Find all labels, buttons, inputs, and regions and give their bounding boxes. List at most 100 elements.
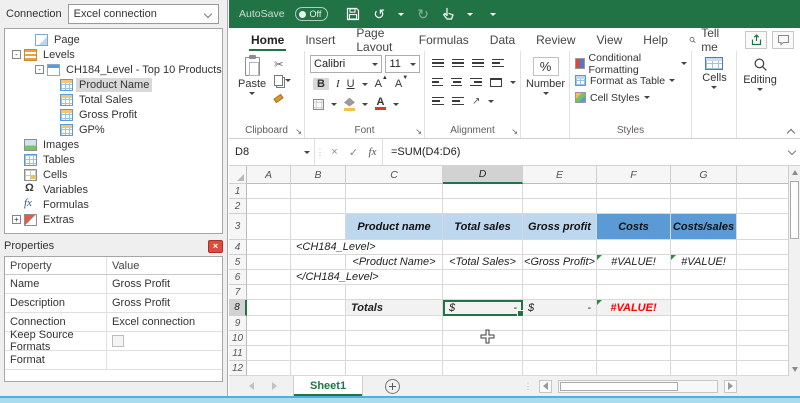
cell-f5[interactable]: #VALUE!	[597, 255, 671, 270]
cell[interactable]	[247, 361, 291, 376]
cell[interactable]	[247, 255, 291, 270]
checkbox-unchecked[interactable]	[112, 335, 124, 347]
merge-center-button[interactable]	[490, 78, 502, 87]
column-header-c[interactable]: C	[346, 166, 443, 184]
cell-c5[interactable]: <Product Name>	[346, 255, 443, 270]
cell[interactable]	[523, 346, 597, 361]
autosave-toggle[interactable]: Off	[295, 7, 329, 21]
cell-e5[interactable]: <Gross Profit>	[523, 255, 597, 270]
expand-formula-bar-icon[interactable]	[784, 139, 800, 165]
editing-button[interactable]: Editing	[739, 55, 781, 123]
wrap-text-button[interactable]	[492, 59, 504, 68]
row-header-5[interactable]: 5	[229, 255, 247, 270]
alignment-dialog-launcher-icon[interactable]	[511, 127, 518, 136]
clipboard-dialog-launcher-icon[interactable]	[295, 127, 302, 136]
tab-data[interactable]: Data	[490, 28, 515, 51]
cell[interactable]	[291, 346, 346, 361]
cell[interactable]	[443, 346, 523, 361]
tree-item-extras[interactable]: +Extras	[5, 212, 222, 227]
cell-f3[interactable]: Costs	[597, 214, 671, 240]
cell[interactable]	[523, 361, 597, 376]
cell[interactable]	[523, 316, 597, 331]
tree-item-variables[interactable]: Variables	[5, 182, 222, 197]
column-header-b[interactable]: B	[291, 166, 346, 184]
cancel-icon[interactable]	[325, 139, 344, 165]
cell[interactable]	[346, 199, 443, 214]
tree-item-cells[interactable]: Cells	[5, 167, 222, 182]
font-dialog-launcher-icon[interactable]	[415, 127, 422, 136]
tab-view[interactable]: View	[597, 28, 623, 51]
cell[interactable]	[247, 300, 291, 316]
tree-item-tables[interactable]: Tables	[5, 152, 222, 167]
align-bottom-button[interactable]	[472, 59, 484, 68]
cell-styles-button[interactable]: Cell Styles	[575, 91, 687, 104]
column-header-a[interactable]: A	[247, 166, 291, 184]
tab-help[interactable]: Help	[643, 28, 668, 51]
name-box-dropdown[interactable]	[299, 139, 315, 165]
align-middle-button[interactable]	[452, 59, 464, 68]
cell[interactable]	[671, 346, 737, 361]
cut-button[interactable]	[274, 58, 291, 71]
cell[interactable]	[671, 300, 737, 316]
touch-mode-icon[interactable]	[442, 7, 454, 21]
cell-d3[interactable]: Total sales	[443, 214, 523, 240]
cells-button[interactable]: Cells	[698, 55, 730, 123]
cell-c8[interactable]: Totals	[346, 300, 443, 316]
enter-icon[interactable]	[344, 139, 363, 165]
insert-function-icon[interactable]	[363, 139, 382, 165]
cell[interactable]	[597, 285, 671, 300]
decrease-indent-button[interactable]	[432, 97, 444, 106]
cell[interactable]	[247, 240, 291, 255]
cell[interactable]	[247, 331, 291, 346]
cell[interactable]	[597, 199, 671, 214]
font-name-combo[interactable]: Calibri	[310, 55, 382, 73]
cell[interactable]	[671, 240, 737, 255]
cell[interactable]	[291, 214, 346, 240]
share-button[interactable]	[745, 31, 767, 49]
cell[interactable]	[346, 285, 443, 300]
cell-b6[interactable]: </CH184_Level>	[291, 270, 346, 285]
cell-f8[interactable]: #VALUE!	[597, 300, 671, 316]
collapse-icon[interactable]: -	[35, 65, 44, 74]
column-header-g[interactable]: G	[671, 166, 737, 184]
font-color-button[interactable]: A	[375, 98, 386, 110]
row-header-12[interactable]: 12	[229, 361, 247, 376]
orientation-button[interactable]	[472, 95, 480, 107]
cell[interactable]	[671, 270, 737, 285]
cell[interactable]	[346, 331, 443, 346]
row-header-10[interactable]: 10	[229, 331, 247, 346]
cell-e3[interactable]: Gross profit	[523, 214, 597, 240]
align-left-button[interactable]	[432, 78, 443, 87]
cell[interactable]	[346, 316, 443, 331]
next-sheet-icon[interactable]	[272, 382, 277, 390]
close-icon[interactable]	[208, 240, 223, 253]
cell[interactable]	[247, 316, 291, 331]
tree-item-formulas[interactable]: Formulas	[5, 197, 222, 212]
collapse-ribbon-icon[interactable]	[787, 127, 795, 135]
property-row-description[interactable]: Description Gross Profit	[5, 294, 222, 313]
tab-review[interactable]: Review	[536, 28, 575, 51]
property-row-name[interactable]: Name Gross Profit	[5, 275, 222, 294]
cell[interactable]	[671, 184, 737, 199]
tab-insert[interactable]: Insert	[305, 28, 335, 51]
tree-item-levels[interactable]: -Levels	[5, 47, 222, 62]
font-size-combo[interactable]: 11	[385, 55, 420, 73]
horizontal-scrollbar[interactable]	[558, 380, 718, 393]
number-format-button[interactable]: % Number	[522, 55, 569, 123]
format-painter-button[interactable]	[274, 90, 291, 103]
cell-g5[interactable]: #VALUE!	[671, 255, 737, 270]
cell[interactable]	[346, 184, 443, 199]
cell[interactable]	[523, 270, 597, 285]
expand-icon[interactable]: +	[12, 215, 21, 224]
column-header-e[interactable]: E	[523, 166, 597, 184]
increase-font-button[interactable]: A▲	[375, 78, 388, 90]
format-as-table-button[interactable]: Format as Table	[575, 74, 687, 87]
row-header-8[interactable]: 8	[229, 300, 247, 316]
cell[interactable]	[247, 184, 291, 199]
row-header-6[interactable]: 6	[229, 270, 247, 285]
vertical-scrollbar-thumb[interactable]	[790, 181, 799, 239]
tree-item-ch184-level[interactable]: -CH184_Level - Top 10 Products	[5, 62, 222, 77]
cell[interactable]	[523, 331, 597, 346]
align-top-button[interactable]	[432, 59, 444, 68]
property-row-keep-source-formats[interactable]: Keep Source Formats	[5, 332, 222, 351]
